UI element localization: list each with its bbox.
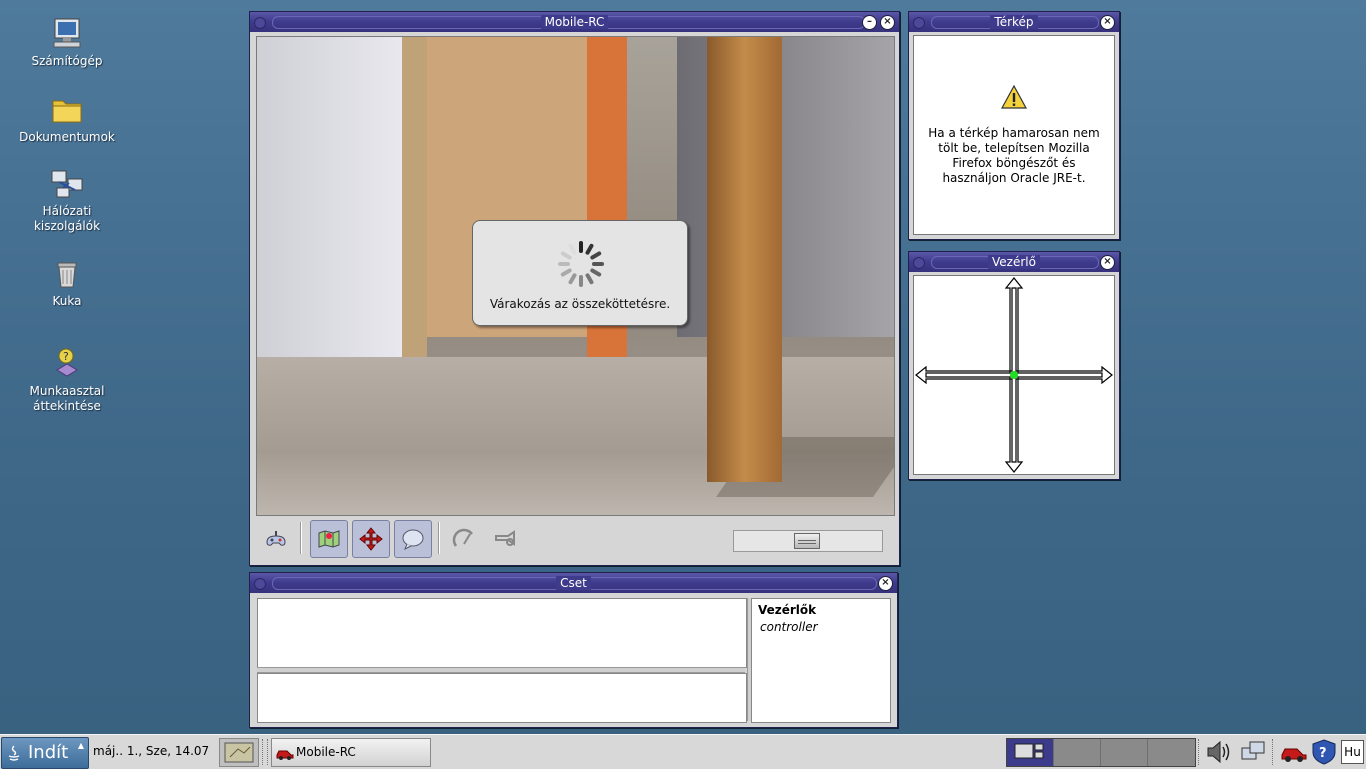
chat-titlebar[interactable]: Cset ×: [250, 573, 897, 593]
workspace-2[interactable]: [1054, 739, 1101, 766]
trash-icon: [57, 262, 77, 288]
connection-dialog: Várakozás az összeköttetésre.: [472, 220, 688, 326]
speedometer-icon: [452, 528, 473, 547]
mobile-rc-window: Mobile-RC – × Várakozás az összeköttetés…: [249, 11, 900, 566]
window-menu-icon[interactable]: [913, 17, 925, 29]
taskbar: Indít ▲ máj.. 1., Sze, 14.07 Mobile-RC ?…: [0, 734, 1366, 769]
controller-center-dot: [1010, 371, 1018, 379]
camera-view: Várakozás az összeköttetésre.: [256, 36, 895, 516]
task-label: Mobile-RC: [296, 745, 356, 759]
folder-icon: [52, 100, 82, 123]
network-servers-icon: [51, 170, 83, 198]
clock[interactable]: máj.. 1., Sze, 14.07: [93, 744, 209, 758]
joystick-icon: [266, 531, 286, 546]
workspace-pager[interactable]: [1006, 738, 1196, 767]
window-title: Vezérlő: [988, 255, 1040, 269]
security-shield-icon[interactable]: ?: [1310, 739, 1338, 765]
desktop-icon-label: Munkaasztal áttekintése: [29, 384, 105, 413]
show-desktop-button[interactable]: [219, 738, 259, 767]
desktop-icon-trash[interactable]: Kuka: [12, 256, 122, 309]
loading-message: Várakozás az összeköttetésre.: [489, 297, 671, 311]
minimize-button[interactable]: –: [862, 15, 877, 30]
map-panel: Ha a térkép hamarosan nem tölt be, telep…: [913, 35, 1115, 235]
map-toggle-button[interactable]: [310, 520, 348, 558]
computer-icon: [53, 18, 81, 48]
chat-log[interactable]: [257, 598, 747, 668]
arrow-up-icon: ▲: [77, 741, 84, 750]
keyboard-layout-indicator[interactable]: Hu: [1341, 740, 1364, 764]
desktop-icon-label: Dokumentumok: [19, 130, 115, 144]
zoom-slider[interactable]: [733, 530, 883, 552]
window-menu-icon[interactable]: [913, 257, 925, 269]
window-title: Mobile-RC: [540, 15, 609, 29]
close-button[interactable]: ×: [1100, 15, 1115, 30]
window-thumb-icon: [1014, 743, 1044, 759]
horn-button[interactable]: [488, 520, 524, 556]
map-icon: [318, 530, 340, 548]
desktop-icon-label: Hálózati kiszolgálók: [33, 204, 101, 233]
window-menu-icon[interactable]: [254, 17, 266, 29]
map-window: Térkép × Ha a térkép hamarosan nem tölt …: [908, 11, 1120, 240]
workspace-4[interactable]: [1148, 739, 1194, 766]
warning-icon: [1000, 84, 1028, 109]
workspace-1[interactable]: [1007, 739, 1054, 766]
desktop-icon-overview[interactable]: ? Munkaasztal áttekintése: [12, 346, 122, 414]
car-icon: [276, 750, 294, 760]
controller-titlebar[interactable]: Vezérlő ×: [909, 252, 1119, 272]
users-header: Vezérlők: [758, 603, 817, 617]
desktop-icon-computer[interactable]: Számítógép: [12, 16, 122, 69]
map-message: Ha a térkép hamarosan nem tölt be, telep…: [928, 126, 1100, 185]
start-button[interactable]: Indít ▲: [1, 737, 89, 769]
chat-toggle-button[interactable]: [394, 520, 432, 558]
map-titlebar[interactable]: Térkép ×: [909, 12, 1119, 32]
direction-arrows-icon[interactable]: [914, 276, 1114, 474]
show-desktop-icon: [224, 742, 254, 763]
close-button[interactable]: ×: [878, 576, 893, 591]
taskbar-handle[interactable]: [262, 739, 268, 765]
chat-bubble-icon: [402, 529, 424, 551]
window-title: Cset: [556, 576, 591, 590]
move-arrows-icon: [359, 527, 383, 551]
mobile-rc-toolbar: [256, 518, 893, 558]
loading-spinner-icon: [558, 241, 604, 287]
controller-pad[interactable]: [913, 275, 1115, 475]
svg-text:?: ?: [63, 350, 69, 363]
window-menu-icon[interactable]: [254, 578, 266, 590]
joystick-button[interactable]: [258, 520, 294, 556]
horn-icon: [495, 530, 515, 546]
slider-thumb[interactable]: [794, 533, 820, 549]
chat-input[interactable]: [257, 673, 747, 723]
desktop-icon-label: Számítógép: [31, 54, 103, 68]
speed-button[interactable]: [446, 520, 482, 556]
close-button[interactable]: ×: [880, 15, 895, 30]
desktop-icon-network[interactable]: Hálózati kiszolgálók: [12, 166, 122, 234]
volume-icon[interactable]: [1204, 739, 1232, 765]
java-icon: [8, 745, 20, 761]
network-icon[interactable]: [1240, 739, 1268, 765]
svg-text:?: ?: [1319, 746, 1327, 761]
mobile-rc-titlebar[interactable]: Mobile-RC – ×: [250, 12, 899, 32]
car-icon[interactable]: [1280, 739, 1308, 765]
users-list: Vezérlők controller: [751, 598, 891, 723]
controller-window: Vezérlő ×: [908, 251, 1120, 480]
taskbar-task-mobile-rc[interactable]: Mobile-RC: [271, 738, 431, 767]
user-item[interactable]: controller: [752, 617, 890, 634]
chat-window: Cset × Vezérlők controller: [249, 572, 898, 728]
window-title: Térkép: [990, 15, 1038, 29]
workspace-3[interactable]: [1101, 739, 1148, 766]
close-button[interactable]: ×: [1100, 255, 1115, 270]
desktop-icon-documents[interactable]: Dokumentumok: [12, 92, 122, 145]
desktop-icon-label: Kuka: [52, 294, 82, 308]
controller-toggle-button[interactable]: [352, 520, 390, 558]
start-label: Indít: [28, 742, 69, 763]
desktop-overview-icon: ?: [56, 348, 78, 377]
